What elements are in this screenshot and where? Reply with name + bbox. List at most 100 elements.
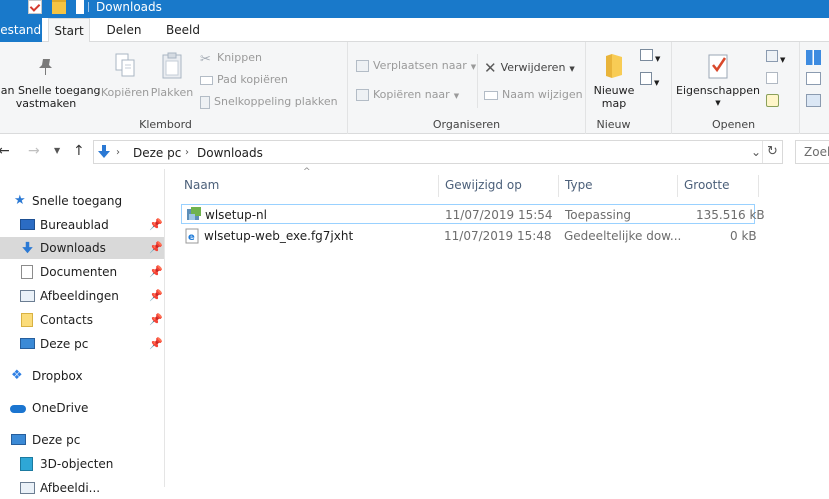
nav-item-label: Documenten (40, 265, 118, 279)
nav-item-label: Snelle toegang (32, 194, 123, 208)
file-size: 135.516 kB (696, 208, 765, 222)
delete-button[interactable]: ✕ Verwijderen ▼ (484, 59, 575, 77)
invert-selection-button[interactable] (806, 94, 821, 110)
open-button[interactable]: ▼ (766, 50, 785, 65)
address-dropdown-chevron-icon[interactable]: ⌄ (751, 145, 761, 159)
pictures-icon (20, 290, 35, 302)
column-separator[interactable] (438, 175, 439, 197)
breadcrumb-this-pc[interactable]: Deze pc (133, 146, 181, 160)
copy-path-button[interactable]: Pad kopiëren (200, 73, 288, 86)
file-name: wlsetup-web_exe.fg7jxht (204, 229, 354, 243)
downloads-location-icon (98, 145, 110, 158)
select-none-button[interactable] (806, 72, 821, 88)
pin-icon[interactable]: 📌 (149, 214, 163, 236)
address-divider (762, 141, 763, 163)
sort-ascending-icon: ^ (303, 167, 311, 177)
nav-item-pictures-2[interactable]: Afbeeldi... (0, 477, 164, 499)
nav-item-onedrive[interactable]: OneDrive (0, 397, 164, 419)
new-folder-icon (606, 54, 622, 78)
organize-group-label: Organiseren (432, 118, 501, 131)
nav-item-desktop[interactable]: Bureaublad 📌 (0, 214, 164, 236)
move-to-button[interactable]: Verplaatsen naar ▼ (356, 59, 476, 72)
column-separator[interactable] (677, 175, 678, 197)
paste-button[interactable]: Plakken (150, 52, 194, 99)
ribbon: aan Snelle toegang vastmaken Kopiëren Pl… (0, 42, 829, 134)
column-header-modified[interactable]: Gewijzigd op (445, 172, 522, 198)
properties-dropdown-icon: ▼ (715, 99, 721, 107)
tab-share[interactable]: Delen (100, 18, 148, 42)
back-arrow-icon[interactable]: ← (0, 143, 10, 159)
pin-icon[interactable]: 📌 (149, 237, 163, 259)
new-item-button[interactable]: ▼ (640, 49, 660, 64)
pin-label-line2: vastmaken (15, 97, 77, 110)
nav-item-this-pc-pinned[interactable]: Deze pc 📌 (0, 333, 164, 355)
history-button[interactable] (766, 94, 779, 110)
column-header-name[interactable]: Naam (184, 172, 219, 198)
file-row[interactable]: e wlsetup-web_exe.fg7jxht 11/07/2019 15:… (181, 226, 757, 246)
tab-file[interactable]: Bestand (0, 18, 42, 42)
properties-quick-access-icon[interactable] (28, 0, 42, 14)
move-to-label: Verplaatsen naar (373, 59, 467, 72)
nav-item-quick-access[interactable]: ★ Snelle toegang (0, 190, 164, 212)
breadcrumb-separator-icon: › (116, 147, 120, 158)
rename-button[interactable]: Naam wijzigen (484, 88, 583, 101)
move-to-icon (356, 60, 369, 72)
invert-selection-icon (806, 94, 821, 107)
3d-objects-icon (20, 457, 33, 471)
edit-button[interactable] (766, 72, 778, 87)
nav-item-downloads[interactable]: Downloads 📌 (0, 237, 164, 259)
file-row[interactable]: wlsetup-nl 11/07/2019 15:54 Toepassing 1… (181, 204, 765, 224)
pin-quick-access-button[interactable]: aan Snelle toegang vastmaken (0, 56, 101, 110)
pin-icon[interactable]: 📌 (149, 309, 163, 331)
pin-icon[interactable]: 📌 (149, 285, 163, 307)
nav-item-this-pc[interactable]: Deze pc (0, 429, 164, 451)
open-icon (766, 50, 778, 62)
copy-path-icon (200, 75, 213, 85)
title-separator (88, 2, 89, 12)
refresh-icon[interactable]: ↻ (767, 144, 778, 159)
pin-icon[interactable]: 📌 (149, 333, 163, 355)
organize-divider (477, 54, 478, 108)
column-separator[interactable] (758, 175, 759, 197)
new-folder-quick-access-icon[interactable] (52, 0, 66, 14)
pin-icon (39, 59, 52, 75)
nav-item-3d-objects[interactable]: 3D-objecten (0, 453, 164, 475)
column-header-type[interactable]: Type (565, 172, 593, 198)
new-folder-button[interactable]: Nieuwe map (590, 52, 638, 110)
scissors-icon: ✂ (200, 52, 211, 67)
copy-button[interactable]: Kopiëren (100, 52, 150, 99)
tab-start[interactable]: Start (48, 18, 90, 43)
nav-item-label: Deze pc (40, 337, 89, 351)
cut-button[interactable]: ✂ Knippen (200, 51, 262, 67)
nav-item-contacts[interactable]: Contacts 📌 (0, 309, 164, 331)
column-separator[interactable] (558, 175, 559, 197)
easy-access-dropdown-icon: ▼ (654, 79, 660, 87)
breadcrumb-downloads[interactable]: Downloads (197, 146, 263, 160)
up-arrow-icon[interactable]: ↑ (73, 143, 85, 159)
pin-icon[interactable]: 📌 (149, 261, 163, 283)
downloads-arrow-icon (22, 241, 33, 254)
easy-access-button[interactable]: ▼ (640, 72, 659, 88)
clipboard-icon (162, 52, 182, 79)
properties-button[interactable]: Eigenschappen ▼ (676, 52, 760, 110)
tab-view[interactable]: Beeld (158, 18, 208, 42)
move-to-dropdown-icon: ▼ (470, 63, 477, 71)
paste-shortcut-button[interactable]: Snelkoppeling plakken (200, 95, 338, 109)
copy-label: Kopiëren (100, 86, 150, 99)
select-group (800, 42, 829, 134)
ribbon-tabs: Bestand Start Delen Beeld (0, 18, 829, 43)
address-bar[interactable]: › Deze pc › Downloads ⌄ ↻ (93, 140, 783, 164)
select-all-button[interactable] (806, 50, 821, 68)
nav-item-pictures[interactable]: Afbeeldingen 📌 (0, 285, 164, 307)
forward-arrow-icon[interactable]: → (28, 143, 40, 159)
breadcrumb-separator-icon: › (185, 147, 189, 158)
nav-item-dropbox[interactable]: ❖ Dropbox (0, 365, 164, 387)
new-folder-label-line1: Nieuwe (593, 84, 635, 97)
nav-item-documents[interactable]: Documenten 📌 (0, 261, 164, 283)
customize-quick-access-bar-icon[interactable] (76, 0, 84, 14)
recent-locations-chevron-icon[interactable]: ▼ (54, 146, 60, 155)
copy-to-button[interactable]: Kopiëren naar ▼ (356, 88, 459, 101)
easy-access-icon (640, 72, 652, 85)
column-header-size[interactable]: Grootte (684, 172, 729, 198)
search-input[interactable]: Zoek (795, 140, 829, 164)
